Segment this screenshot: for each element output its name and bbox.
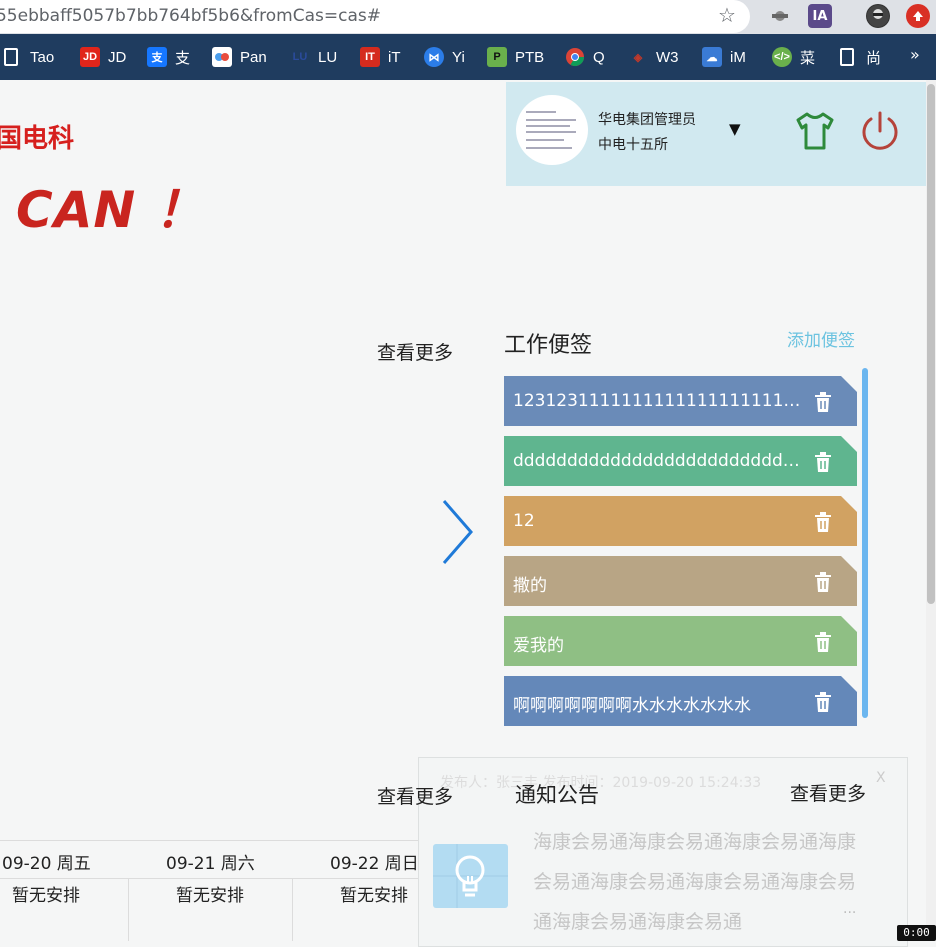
bookmark-star-icon[interactable]: ☆: [716, 4, 738, 26]
note-text: ddddddddddddddddddddddddddddddd: [513, 451, 803, 471]
user-dropdown-icon[interactable]: ▼: [729, 120, 741, 138]
note-item[interactable]: 123123111111111111111111111111111: [504, 376, 857, 426]
page-scrollbar-thumb[interactable]: [927, 84, 935, 604]
trash-icon[interactable]: [814, 392, 832, 412]
theme-shirt-icon[interactable]: [794, 111, 836, 151]
schedule-divider: [0, 878, 418, 879]
note-item[interactable]: ddddddddddddddddddddddddddddddd: [504, 436, 857, 486]
w3-icon: ◈: [633, 51, 643, 64]
schedule-day-header: 09-21 周六: [166, 854, 255, 874]
schedule-cell[interactable]: 暂无安排: [12, 881, 80, 906]
schedule-cell[interactable]: 暂无安排: [340, 881, 408, 906]
satellite-extension-icon[interactable]: [768, 4, 792, 28]
note-text: 爱我的: [513, 636, 564, 656]
browser-toolbar: f55ebbaff5057b7bb764bf5b6&fromCas=cas# ☆…: [0, 0, 936, 34]
cloud-icon: ☁: [702, 47, 722, 67]
bookmark-shang[interactable]: 尚: [840, 45, 881, 69]
brand-logo-text: 国电科: [0, 124, 75, 154]
bookmark-it[interactable]: IT iT: [360, 45, 401, 69]
bookmark-pan[interactable]: Pan: [212, 45, 267, 69]
schedule-column-divider: [128, 879, 129, 941]
ia-extension-icon[interactable]: IA: [808, 4, 832, 28]
user-avatar[interactable]: [516, 95, 588, 165]
note-text: 123123111111111111111111111111111: [513, 391, 803, 411]
trash-icon[interactable]: [814, 512, 832, 532]
power-logout-icon[interactable]: [858, 109, 902, 153]
schedule-cell[interactable]: 暂无安排: [176, 881, 244, 906]
ithome-icon: IT: [360, 47, 380, 67]
trash-icon[interactable]: [814, 572, 832, 592]
user-name: 华电集团管理员: [598, 112, 696, 128]
lu-icon: LU: [292, 51, 308, 63]
note-item[interactable]: 撒的: [504, 556, 857, 606]
trash-icon[interactable]: [814, 452, 832, 472]
lightbulb-icon: [433, 844, 508, 908]
bookmark-ptb[interactable]: P PTB: [487, 45, 544, 69]
notes-title: 工作便签: [504, 333, 593, 358]
address-bar[interactable]: f55ebbaff5057b7bb764bf5b6&fromCas=cas#: [0, 0, 750, 33]
bookmark-w3[interactable]: ◈ W3: [628, 45, 679, 69]
note-text: 啊啊啊啊啊啊啊水水水水水水水: [513, 696, 751, 716]
document-icon: [840, 48, 854, 66]
note-item[interactable]: 12: [504, 496, 857, 546]
bookmark-yi[interactable]: ⋈ Yi: [424, 45, 465, 69]
schedule-day-header: 09-22 周日: [330, 854, 419, 874]
bookmarks-more-icon[interactable]: »: [910, 45, 920, 64]
bookmark-im[interactable]: ☁ iM: [702, 45, 746, 69]
view-more-link[interactable]: 查看更多: [377, 338, 453, 365]
runoob-icon: </>: [772, 47, 792, 67]
baidu-pan-icon: [212, 47, 232, 67]
schedule-column-divider: [292, 879, 293, 941]
notice-meta-faded: 发布人：张三丰 发布时间：2019-09-20 15:24:33: [440, 775, 762, 791]
notice-close-icon[interactable]: X: [876, 770, 886, 786]
notes-scrollbar[interactable]: [862, 368, 868, 718]
trash-icon[interactable]: [814, 632, 832, 652]
notice-title: 通知公告: [515, 783, 599, 807]
schedule-day-header: 09-20 周五: [2, 854, 91, 874]
trash-icon[interactable]: [814, 692, 832, 712]
note-text: 撒的: [513, 576, 547, 596]
bookmark-jd[interactable]: JD JD: [80, 45, 126, 69]
profile-avatar-icon[interactable]: [866, 4, 890, 28]
url-text[interactable]: f55ebbaff5057b7bb764bf5b6&fromCas=cas#: [0, 6, 381, 26]
note-item[interactable]: 爱我的: [504, 616, 857, 666]
note-text: 12: [513, 511, 535, 531]
bookmarks-bar: Tao JD JD 支支 Pan LU LU IT iT ⋈ Yi P PTB Q ◈ W3…: [0, 34, 936, 80]
jd-icon: JD: [80, 47, 100, 67]
ptb-icon: P: [487, 47, 507, 67]
bookmark-runoob[interactable]: </> 菜: [772, 45, 815, 69]
user-org: 中电十五所: [598, 137, 668, 153]
notice-body[interactable]: 海康会易通海康会易通海康会易通海康会易通海康会易通海康会易通海康会易通海康会易通…: [533, 822, 859, 942]
bookmark-lu[interactable]: LU LU: [290, 45, 338, 69]
add-note-link[interactable]: 添加便签: [787, 326, 855, 351]
chevron-right-icon[interactable]: [440, 497, 476, 567]
note-item[interactable]: 啊啊啊啊啊啊啊水水水水水水水: [504, 676, 857, 726]
document-icon: [4, 48, 18, 66]
view-more-link-left[interactable]: 查看更多: [377, 782, 453, 809]
notice-ellipsis: ···: [843, 905, 857, 921]
update-icon[interactable]: [906, 4, 930, 28]
chrome-icon: [565, 47, 585, 67]
bookmark-tao[interactable]: Tao: [4, 45, 54, 69]
alipay-icon: 支: [147, 47, 167, 67]
yi-icon: ⋈: [424, 47, 444, 67]
bookmark-q[interactable]: Q: [565, 45, 605, 69]
slogan-text: CAN ！: [16, 181, 206, 239]
time-overlay-badge: 0:00: [897, 925, 936, 941]
bookmark-alipay[interactable]: 支支: [147, 45, 190, 69]
notice-view-more-link[interactable]: 查看更多: [790, 779, 866, 806]
